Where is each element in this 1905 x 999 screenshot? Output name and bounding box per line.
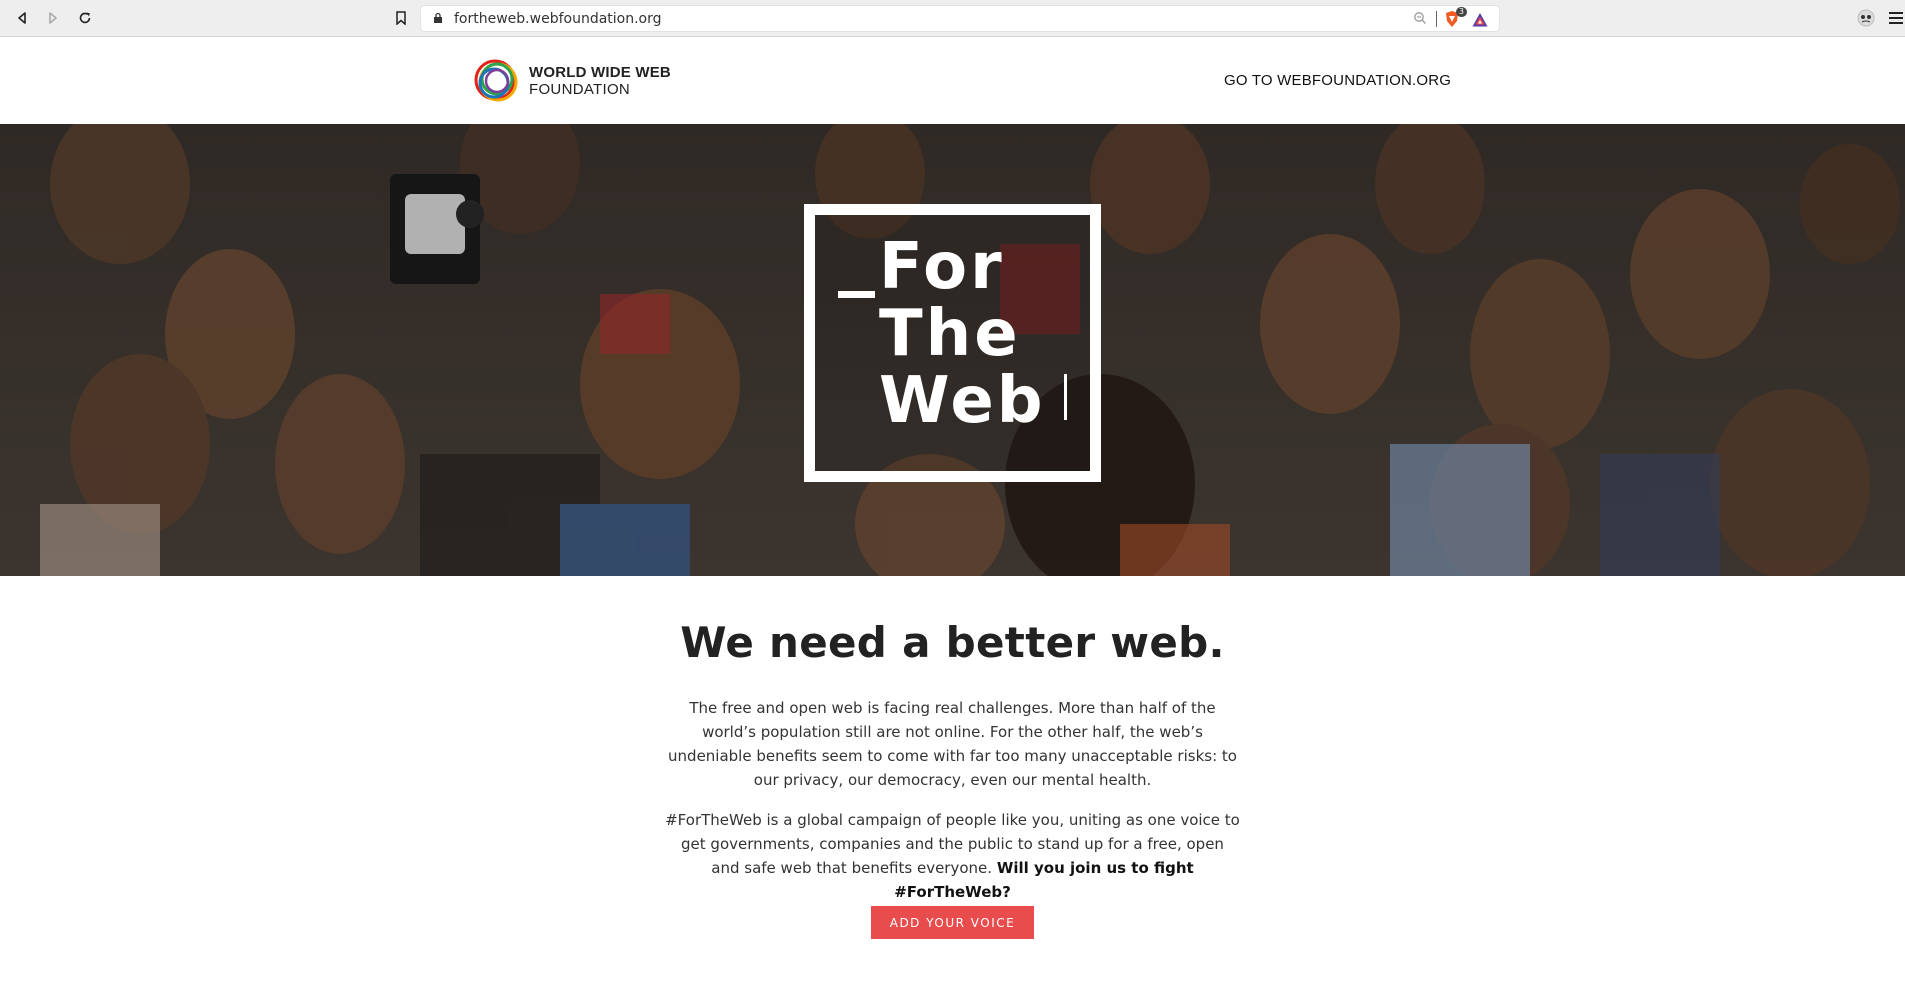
forward-button[interactable] — [42, 7, 64, 29]
hero-word-for: For — [879, 230, 1005, 304]
url-text: fortheweb.webfoundation.org — [454, 11, 662, 27]
logo[interactable]: WORLD WIDE WEB FOUNDATION — [473, 57, 671, 105]
bookmark-icon — [396, 11, 406, 25]
back-button[interactable] — [11, 7, 33, 29]
logo-text: WORLD WIDE WEB FOUNDATION — [529, 64, 671, 98]
zoom-icon[interactable] — [1413, 11, 1427, 25]
logo-subtitle: FOUNDATION — [529, 81, 631, 98]
go-to-webfoundation-link[interactable]: GO TO WEBFOUNDATION.ORG — [1224, 72, 1451, 89]
reload-button[interactable] — [74, 7, 96, 29]
separator — [1436, 11, 1437, 27]
campaign-paragraph: #ForTheWeb is a global campaign of peopl… — [665, 808, 1240, 904]
logo-title: WORLD WIDE WEB — [529, 64, 671, 81]
intro-paragraph: The free and open web is facing real cha… — [668, 699, 1237, 789]
extension-icon[interactable] — [1856, 8, 1876, 28]
fortheweb-logo-box: For The Web — [804, 204, 1101, 482]
page-headline: We need a better web. — [680, 618, 1225, 667]
forward-icon — [49, 12, 57, 24]
menu-icon[interactable] — [1887, 8, 1905, 28]
web-foundation-logo-icon — [474, 59, 518, 102]
hero-underscore — [838, 291, 875, 298]
hero-word-the: The — [879, 297, 1021, 371]
reload-icon — [79, 12, 91, 24]
back-icon — [18, 12, 26, 24]
hero-word-web: Web — [879, 364, 1046, 438]
typing-cursor — [1064, 374, 1067, 420]
hero-banner: For The Web — [0, 124, 1905, 576]
site-header: WORLD WIDE WEB FOUNDATION GO TO WEBFOUND… — [0, 37, 1905, 124]
add-your-voice-button[interactable]: ADD YOUR VOICE — [871, 906, 1034, 939]
lock-icon — [434, 12, 442, 23]
brave-rewards-icon[interactable] — [1471, 11, 1489, 29]
shield-badge: 3 — [1455, 7, 1467, 17]
address-bar[interactable]: fortheweb.webfoundation.org 3 — [420, 5, 1500, 32]
bookmark-button[interactable] — [390, 7, 412, 29]
browser-toolbar: fortheweb.webfoundation.org 3 — [0, 0, 1905, 37]
